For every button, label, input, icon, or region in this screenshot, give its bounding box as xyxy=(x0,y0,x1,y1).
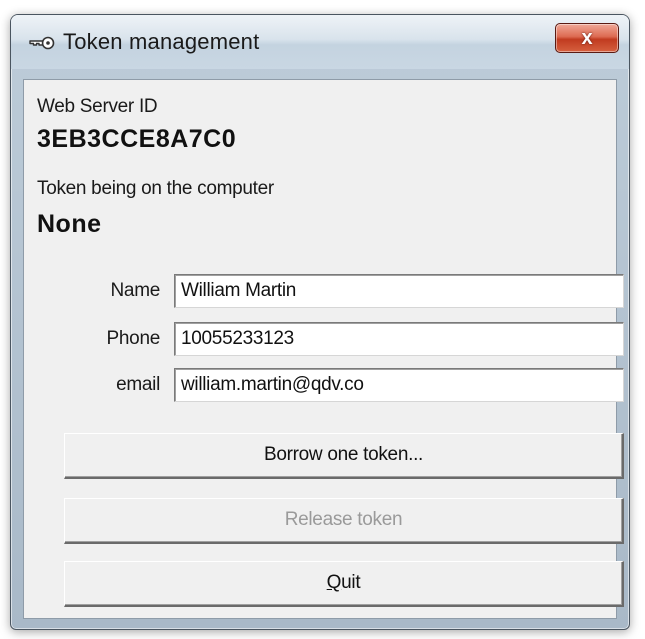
release-token-label: Release token xyxy=(284,509,403,530)
phone-label: Phone xyxy=(106,328,161,349)
token-management-window: Token management x Web Server ID 3EB3CCE… xyxy=(10,14,630,630)
token-status-label: Token being on the computer xyxy=(37,178,274,199)
phone-field[interactable] xyxy=(174,322,624,356)
close-button[interactable]: x xyxy=(555,23,619,53)
name-field[interactable] xyxy=(174,274,624,308)
release-token-button[interactable]: Release token xyxy=(64,498,624,544)
email-field[interactable] xyxy=(174,368,624,402)
quit-mnemonic: Q xyxy=(326,572,342,593)
token-status-value: None xyxy=(37,210,102,238)
email-label: email xyxy=(116,374,160,395)
borrow-token-label: Borrow one token... xyxy=(263,444,424,465)
web-server-id-label: Web Server ID xyxy=(37,96,158,117)
key-icon xyxy=(29,36,55,50)
close-icon: x xyxy=(581,27,593,49)
window-title: Token management xyxy=(63,29,260,54)
borrow-token-button[interactable]: Borrow one token... xyxy=(64,433,624,479)
client-area: Web Server ID 3EB3CCE8A7C0 Token being o… xyxy=(23,79,624,619)
quit-label: uit xyxy=(341,572,361,593)
web-server-id-value: 3EB3CCE8A7C0 xyxy=(37,125,237,153)
name-label: Name xyxy=(110,280,161,301)
quit-button[interactable]: Quit xyxy=(64,561,624,607)
title-bar[interactable]: Token management x xyxy=(11,15,629,69)
